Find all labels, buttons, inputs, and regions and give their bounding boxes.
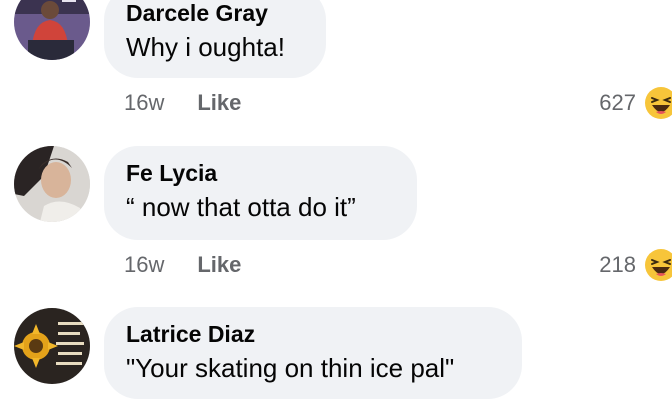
haha-emoji-icon [644, 248, 672, 282]
comment-text: "Your skating on thin ice pal" [126, 353, 455, 383]
comment-bubble: Latrice Diaz "Your skating on thin ice p… [104, 307, 522, 399]
reaction-summary[interactable]: 218 [599, 248, 672, 282]
reaction-count: 627 [599, 90, 636, 115]
reaction-summary[interactable]: 627 [599, 86, 672, 120]
avatar[interactable] [14, 146, 90, 222]
avatar[interactable] [14, 0, 90, 60]
comment-actions: 16w Like [124, 250, 241, 280]
comment-time[interactable]: 16w [124, 90, 164, 116]
comment-bubble: Fe Lycia “ now that otta do it” [104, 146, 417, 240]
comment-bubble: Darcele Gray Why i oughta! [104, 0, 326, 78]
haha-emoji-icon [644, 86, 672, 120]
like-button[interactable]: Like [197, 252, 241, 278]
comment-text: Why i oughta! [126, 32, 285, 62]
comment-time[interactable]: 16w [124, 252, 164, 278]
comment-author[interactable]: Fe Lycia [126, 160, 217, 187]
comment-text: “ now that otta do it” [126, 192, 356, 222]
like-button[interactable]: Like [197, 90, 241, 116]
comment-author[interactable]: Latrice Diaz [126, 321, 255, 348]
reaction-count: 218 [599, 252, 636, 277]
comment-author[interactable]: Darcele Gray [126, 0, 268, 27]
comment-actions: 16w Like [124, 88, 241, 118]
avatar[interactable] [14, 308, 90, 384]
